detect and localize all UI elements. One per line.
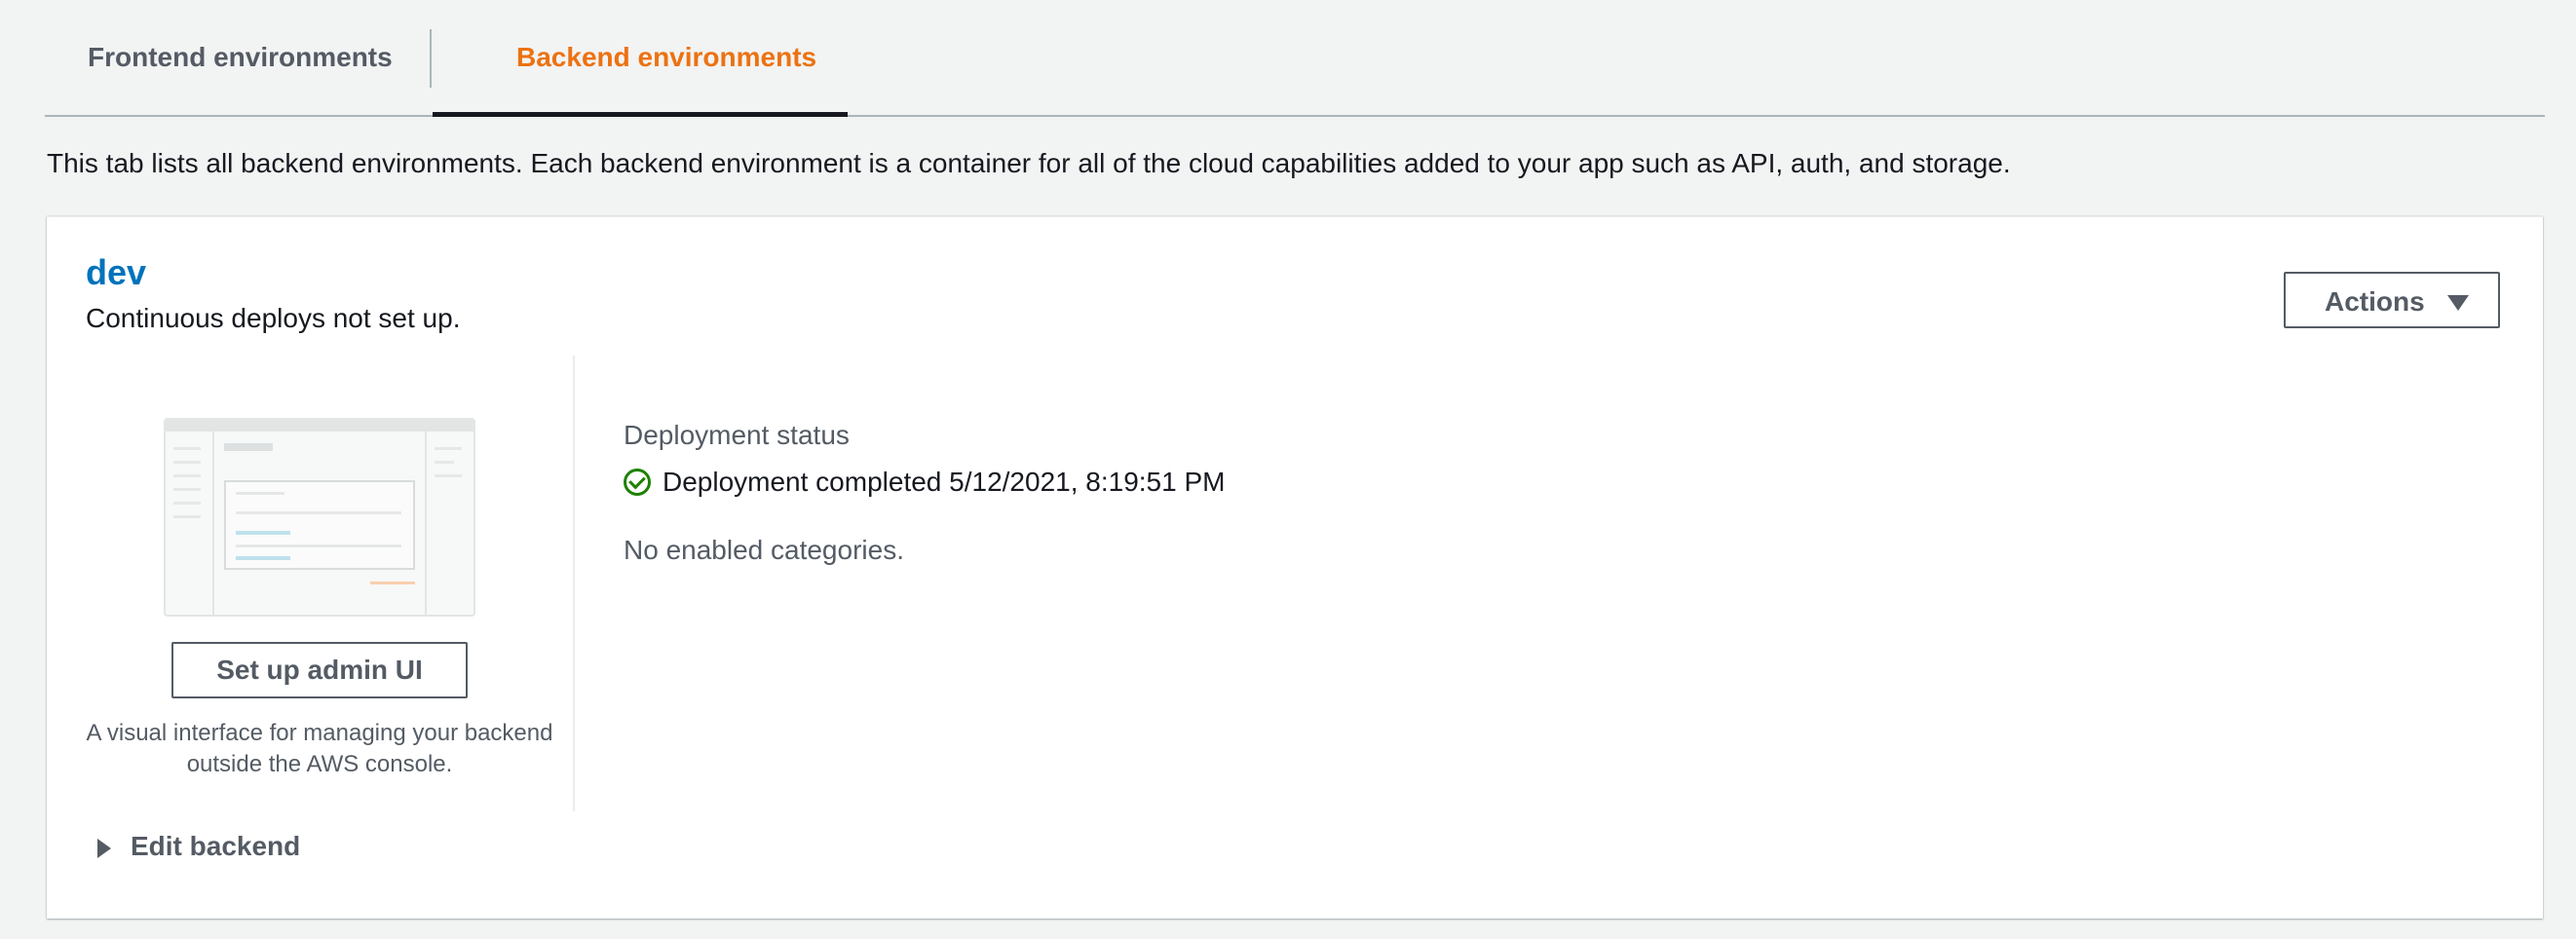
- admin-ui-preview-illustration: [164, 418, 475, 617]
- backend-environment-card: dev Continuous deploys not set up. Actio…: [47, 216, 2543, 919]
- tab-backend-label: Backend environments: [516, 42, 817, 72]
- environment-subtitle: Continuous deploys not set up.: [86, 303, 461, 333]
- preview-top-bar: [166, 420, 474, 432]
- tab-backend-environments[interactable]: Backend environments: [470, 0, 846, 115]
- environment-tabs: Frontend environments Backend environmen…: [45, 0, 2545, 117]
- categories-text: No enabled categories.: [624, 535, 904, 565]
- caret-down-icon: [2447, 295, 2469, 311]
- actions-button[interactable]: Actions: [2284, 272, 2500, 328]
- deployment-status-text: Deployment completed 5/12/2021, 8:19:51 …: [663, 467, 1226, 497]
- preview-right-panel: [425, 432, 474, 615]
- deployment-status-label: Deployment status: [624, 420, 850, 450]
- vertical-divider: [573, 356, 575, 811]
- tab-separator: [430, 29, 432, 88]
- tab-frontend-label: Frontend environments: [88, 42, 393, 72]
- tab-description: This tab lists all backend environments.…: [47, 148, 2011, 178]
- active-tab-indicator: [433, 112, 848, 117]
- caret-right-icon: [97, 839, 111, 858]
- setup-admin-ui-button[interactable]: Set up admin UI: [171, 642, 468, 698]
- edit-backend-label: Edit backend: [131, 831, 301, 861]
- actions-label: Actions: [2325, 286, 2425, 317]
- check-circle-icon: [624, 469, 651, 496]
- tab-frontend-environments[interactable]: Frontend environments: [88, 0, 393, 115]
- environment-name-link[interactable]: dev: [86, 252, 146, 293]
- preview-content-box: [224, 480, 415, 570]
- setup-admin-ui-description: A visual interface for managing your bac…: [86, 720, 553, 777]
- preview-left-panel: [166, 432, 214, 615]
